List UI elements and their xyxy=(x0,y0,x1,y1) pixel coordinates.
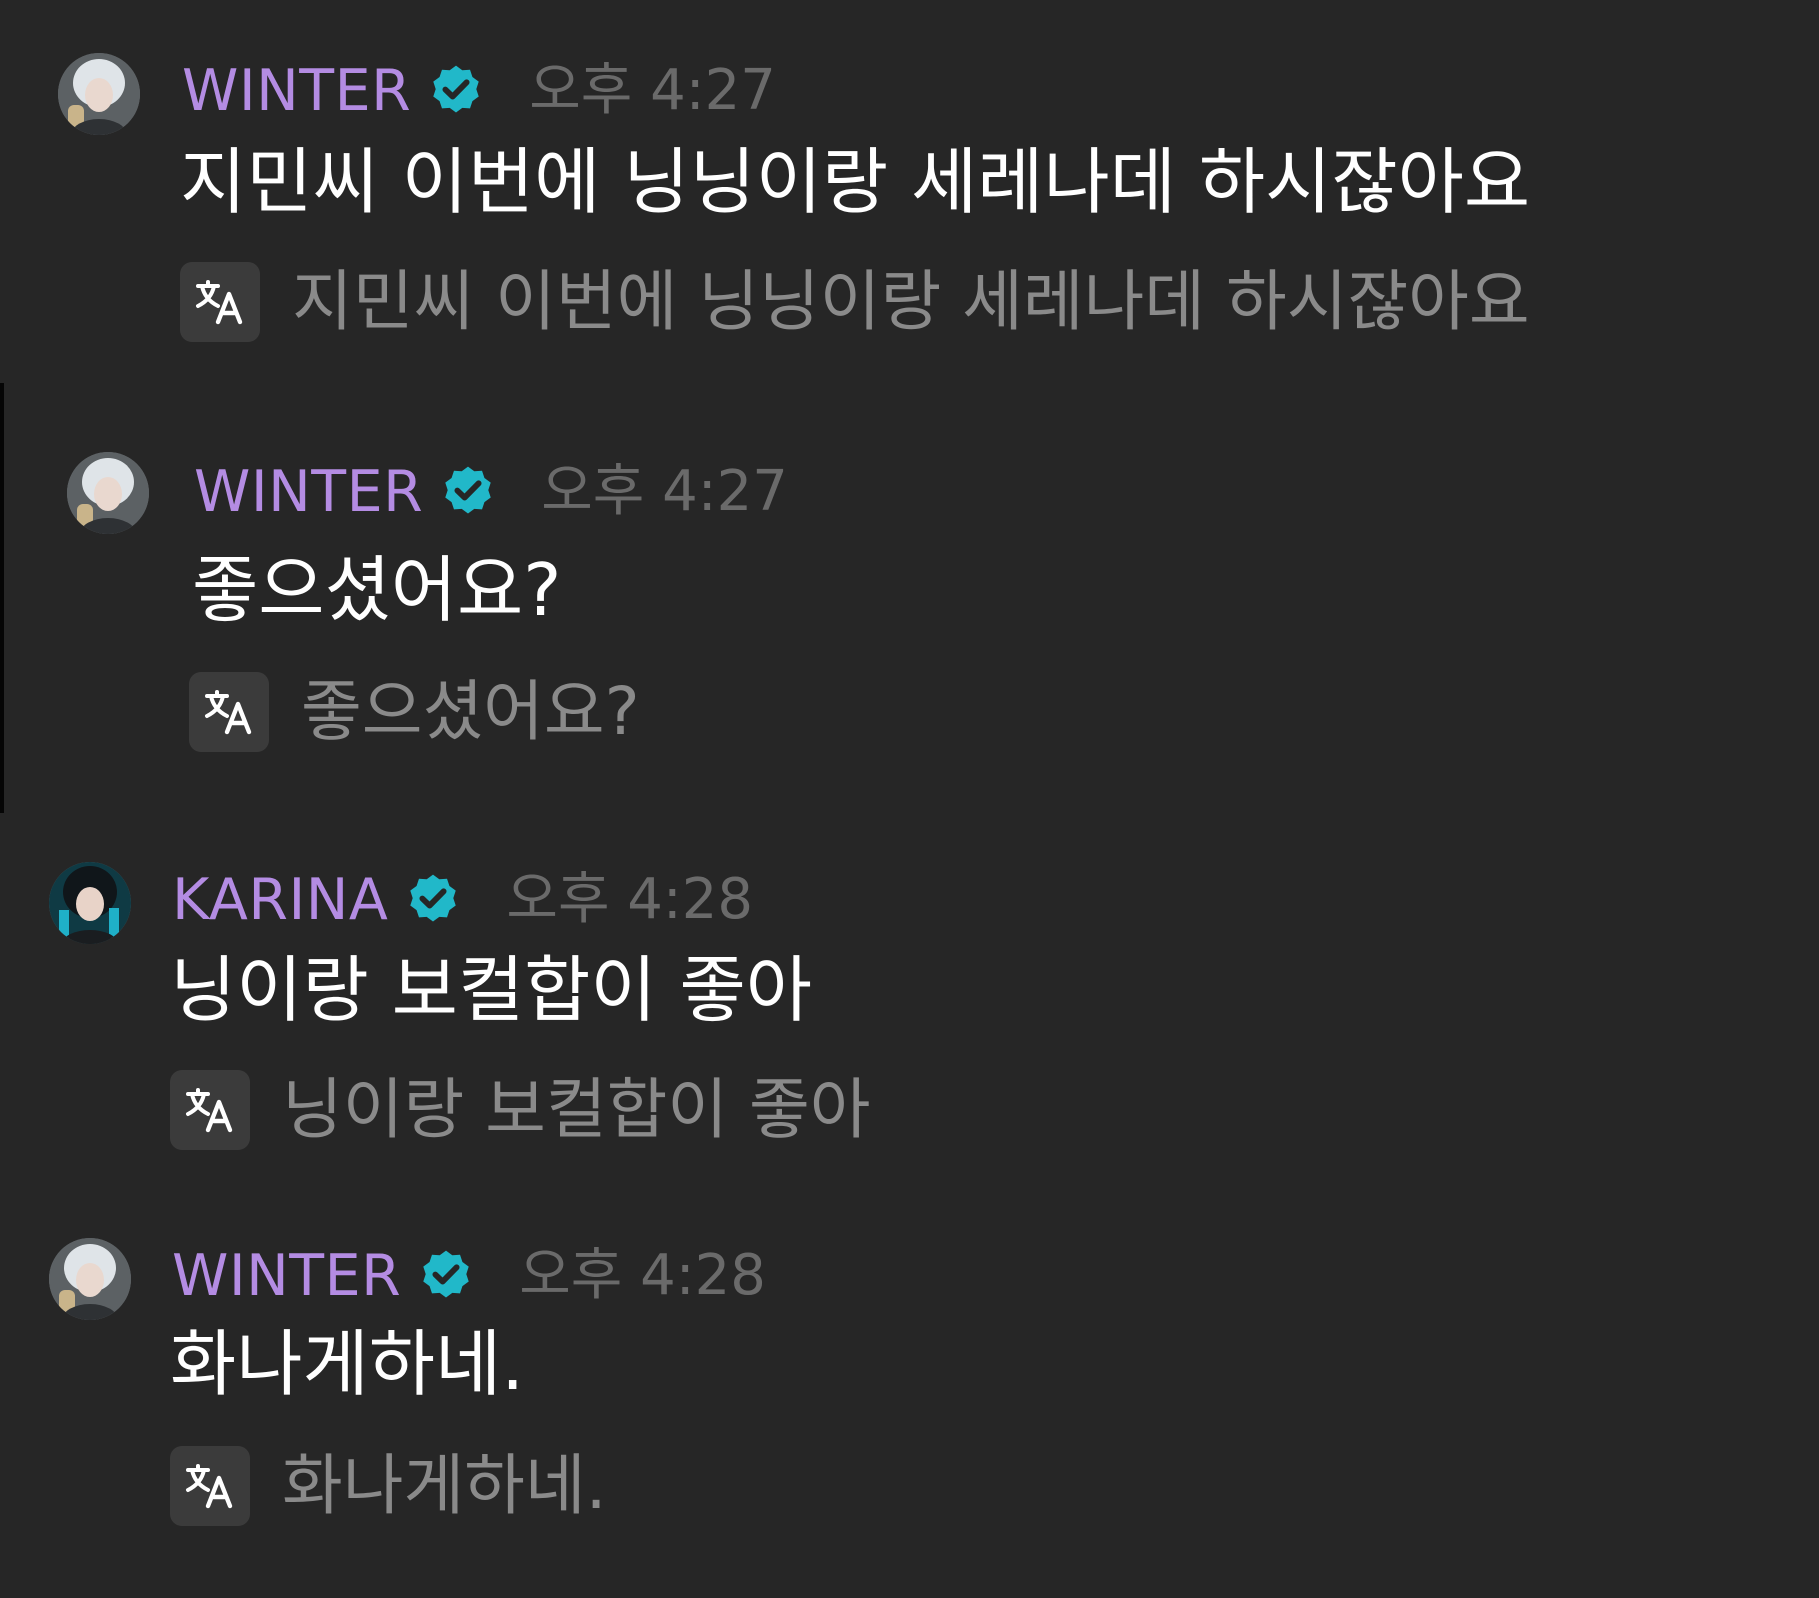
message-header: KARINA 오후 4:28 xyxy=(172,867,754,933)
translate-button[interactable] xyxy=(180,262,260,342)
verified-badge-icon xyxy=(439,463,497,521)
message-text: 지민씨 이번에 닝닝이랑 세레나데 하시잖아요 xyxy=(180,140,1531,224)
username[interactable]: WINTER xyxy=(182,59,411,123)
translate-button[interactable] xyxy=(189,672,269,752)
verified-badge-icon xyxy=(417,1247,475,1305)
avatar-winter[interactable] xyxy=(58,53,140,135)
username[interactable]: KARINA xyxy=(172,868,388,932)
timestamp: 오후 4:27 xyxy=(529,58,776,123)
translation-text: 화나게하네. xyxy=(282,1447,607,1524)
translation-row: 지민씨 이번에 닝닝이랑 세레나데 하시잖아요 xyxy=(180,260,1530,344)
translation-text: 지민씨 이번에 닝닝이랑 세레나데 하시잖아요 xyxy=(292,263,1530,340)
message-text: 좋으셨어요? xyxy=(192,548,562,632)
translation-row: 닝이랑 보컬합이 좋아 xyxy=(170,1068,870,1152)
verified-badge-icon xyxy=(427,62,485,120)
avatar-winter[interactable] xyxy=(49,1238,131,1320)
translate-icon xyxy=(205,690,252,735)
translation-row: 좋으셨어요? xyxy=(189,670,640,754)
translation-text: 닝이랑 보컬합이 좋아 xyxy=(282,1071,871,1148)
message-text: 닝이랑 보컬합이 좋아 xyxy=(170,948,812,1032)
translate-icon xyxy=(196,280,243,325)
username[interactable]: WINTER xyxy=(194,460,423,524)
message-header: WINTER 오후 4:27 xyxy=(182,58,776,124)
username[interactable]: WINTER xyxy=(172,1244,401,1308)
timestamp: 오후 4:27 xyxy=(541,459,788,524)
translate-icon xyxy=(186,1464,233,1509)
timestamp: 오후 4:28 xyxy=(519,1243,766,1308)
timestamp: 오후 4:28 xyxy=(506,867,754,932)
message-header: WINTER 오후 4:28 xyxy=(172,1243,766,1309)
avatar-karina[interactable] xyxy=(49,862,131,944)
translate-icon xyxy=(186,1088,233,1133)
translate-button[interactable] xyxy=(170,1070,250,1150)
message-text: 화나게하네. xyxy=(170,1322,525,1406)
translate-button[interactable] xyxy=(170,1446,250,1526)
message-header: WINTER 오후 4:27 xyxy=(194,459,788,525)
verified-badge-icon xyxy=(404,871,462,929)
avatar-winter[interactable] xyxy=(67,452,149,534)
left-edge-divider xyxy=(0,383,4,813)
translation-row: 화나게하네. xyxy=(170,1444,607,1528)
translation-text: 좋으셨어요? xyxy=(301,673,640,750)
